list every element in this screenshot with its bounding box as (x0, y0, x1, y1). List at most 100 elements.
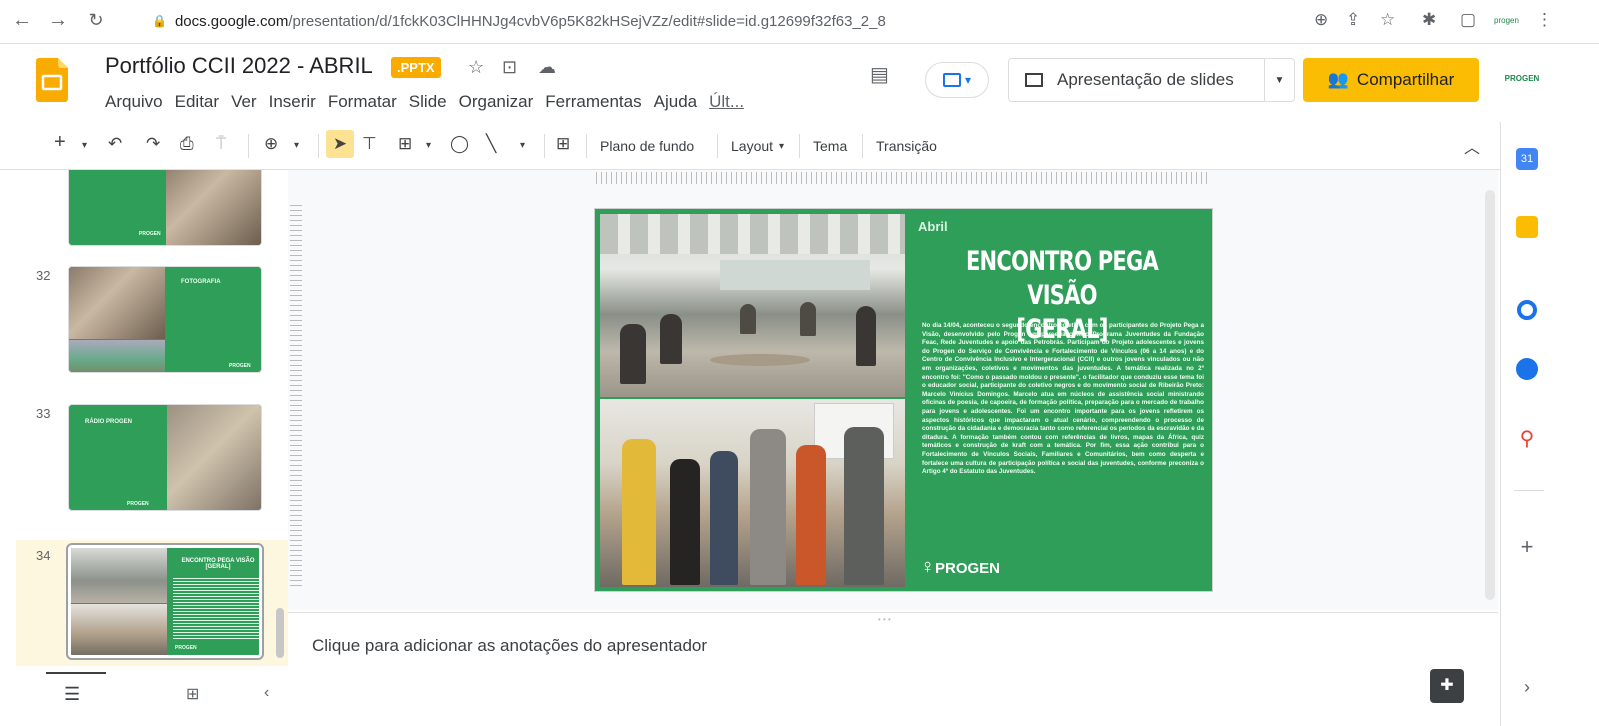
slide-logo: ♀PROGEN (920, 556, 1000, 579)
back-icon[interactable]: ← (10, 9, 34, 32)
slide-thumbnail-34[interactable]: ENCONTRO PEGA VISÃO [GERAL] PROGEN (66, 543, 264, 660)
menu-tools[interactable]: Ferramentas (545, 92, 641, 112)
speaker-notes-panel[interactable]: • • • ✚ (288, 612, 1498, 726)
account-avatar[interactable]: PROGEN (1500, 64, 1544, 94)
add-addon-icon[interactable]: + (1516, 536, 1538, 558)
slide-thumbnail-33[interactable]: RÁDIO PROGEN PROGEN (68, 404, 262, 511)
menu-insert[interactable]: Inserir (269, 92, 316, 112)
sidepanel-toggle-icon[interactable]: ▢ (1460, 10, 1476, 30)
profile-icon[interactable]: progen (1494, 16, 1519, 25)
menu-slide[interactable]: Slide (409, 92, 447, 112)
comment-add-icon[interactable]: ⊞ (556, 134, 570, 154)
slide-thumbnail-32[interactable]: FOTOGRAFIA PROGEN (68, 266, 262, 373)
photo-person (740, 304, 756, 334)
grid-view-icon[interactable]: ⊞ (186, 684, 199, 704)
thumbnail-logo: PROGEN (175, 645, 197, 651)
comments-icon[interactable]: ▤ (870, 62, 889, 87)
reload-icon[interactable]: ↻ (84, 10, 108, 31)
menu-format[interactable]: Formatar (328, 92, 397, 112)
filmstrip-scrollbar[interactable] (276, 608, 284, 658)
tasks-icon[interactable] (1517, 300, 1537, 320)
cloud-status-icon[interactable]: ☁ (538, 57, 556, 78)
slide-title-line1: ENCONTRO PEGA VISÃO (965, 246, 1159, 311)
line-dropdown-icon[interactable]: ▾ (520, 140, 525, 151)
side-panel-divider (1514, 490, 1544, 491)
last-edit-link[interactable]: Últ... (709, 92, 744, 112)
menu-edit[interactable]: Editar (175, 92, 219, 112)
shape-icon[interactable]: ◯ (450, 134, 469, 154)
zoom-icon[interactable]: ⊕ (1314, 10, 1328, 30)
image-dropdown-icon[interactable]: ▾ (426, 140, 431, 151)
document-title[interactable]: Portfólio CCII 2022 - ABRIL (105, 53, 373, 79)
theme-button[interactable]: Tema (813, 138, 847, 154)
zoom-dropdown-icon[interactable]: ▾ (294, 140, 299, 151)
paint-format-icon[interactable]: ⍑ (216, 134, 226, 154)
move-folder-icon[interactable]: ⊡ (502, 57, 517, 78)
layout-dropdown-icon[interactable]: ▾ (779, 141, 784, 152)
bookmark-star-icon[interactable]: ☆ (1380, 10, 1395, 30)
line-icon[interactable]: ╲ (486, 134, 496, 154)
meet-present-button[interactable]: ▾ (925, 62, 989, 98)
slide-photo-group-circle[interactable] (600, 214, 905, 397)
menu-file[interactable]: Arquivo (105, 92, 163, 112)
thumbnail-logo: PROGEN (127, 501, 149, 507)
slide-body-text[interactable]: No dia 14/04, aconteceu o segundo encont… (922, 322, 1204, 542)
zoom-toolbar-icon[interactable]: ⊕ (264, 134, 278, 154)
contacts-icon[interactable] (1516, 358, 1538, 380)
collapse-toolbar-icon[interactable]: ︿ (1464, 134, 1480, 158)
layout-button[interactable]: Layout (731, 138, 773, 154)
slides-logo-icon[interactable] (36, 58, 68, 102)
calendar-icon[interactable]: 31 (1516, 148, 1538, 170)
speaker-notes-placeholder[interactable]: Clique para adicionar as anotações do ap… (312, 636, 707, 656)
share-page-icon[interactable]: ⇪ (1346, 10, 1360, 30)
star-icon[interactable]: ☆ (468, 57, 484, 78)
slideshow-button[interactable]: Apresentação de slides ▼ (1008, 58, 1295, 102)
photo-floor-mat (710, 354, 810, 366)
print-icon[interactable]: ⎙ (180, 134, 194, 154)
forward-icon[interactable]: → (46, 9, 70, 32)
slide-month-label[interactable]: Abril (918, 219, 948, 234)
extensions-icon[interactable]: ✱ (1422, 10, 1436, 30)
canvas-scrollbar[interactable] (1485, 190, 1495, 600)
browser-menu-icon[interactable]: ⋮ (1536, 10, 1553, 30)
slideshow-dropdown[interactable]: ▼ (1264, 59, 1294, 101)
filmstrip-view-controls: ☰ ⊞ ‹ (0, 670, 288, 726)
explore-icon[interactable]: ✚ (1430, 669, 1464, 703)
toolbar-divider (248, 134, 249, 158)
present-screen-icon (942, 73, 961, 87)
select-cursor-icon[interactable]: ➤ (326, 130, 354, 158)
photo-window (720, 260, 870, 290)
slide-photo-group-standing[interactable] (600, 399, 905, 587)
people-icon: 👥 (1327, 70, 1349, 89)
menu-arrange[interactable]: Organizar (459, 92, 534, 112)
background-button[interactable]: Plano de fundo (600, 138, 694, 154)
redo-icon[interactable]: ↷ (146, 134, 160, 154)
expand-side-panel-icon[interactable]: › (1516, 676, 1538, 698)
menu-help[interactable]: Ajuda (654, 92, 697, 112)
photo-person (620, 324, 646, 384)
text-box-icon[interactable]: ⊤ (362, 134, 377, 154)
filmstrip-view-icon[interactable]: ☰ (64, 684, 80, 705)
maps-icon[interactable]: ⚲ (1516, 428, 1538, 450)
toolbar-divider (862, 134, 863, 158)
share-button[interactable]: 👥 Compartilhar (1303, 58, 1479, 102)
image-icon[interactable]: ⊞ (398, 134, 412, 154)
file-type-badge: .PPTX (391, 57, 441, 78)
slide-filmstrip: PROGEN 32 FOTOGRAFIA PROGEN 33 RÁDIO PRO… (0, 170, 288, 666)
transition-button[interactable]: Transição (876, 138, 937, 154)
thumbnail-title: ENCONTRO PEGA VISÃO [GERAL] (181, 558, 255, 570)
new-slide-dropdown-icon[interactable]: ▾ (82, 140, 87, 151)
menu-view[interactable]: Ver (231, 92, 257, 112)
vertical-ruler (290, 205, 302, 590)
photo-person (622, 439, 656, 585)
undo-icon[interactable]: ↶ (108, 134, 122, 154)
slideshow-label: Apresentação de slides (1057, 70, 1234, 89)
side-panel (1500, 122, 1599, 726)
new-slide-icon[interactable]: + (54, 131, 66, 154)
keep-icon[interactable] (1516, 216, 1538, 238)
slide-thumbnail-31[interactable]: PROGEN (68, 170, 262, 246)
collapse-panel-icon[interactable]: ‹ (264, 684, 269, 702)
photo-person (844, 427, 884, 585)
address-bar[interactable]: 🔒 docs.google.com/presentation/d/1fckK03… (142, 6, 1312, 36)
notes-resize-handle[interactable]: • • • (878, 615, 891, 624)
